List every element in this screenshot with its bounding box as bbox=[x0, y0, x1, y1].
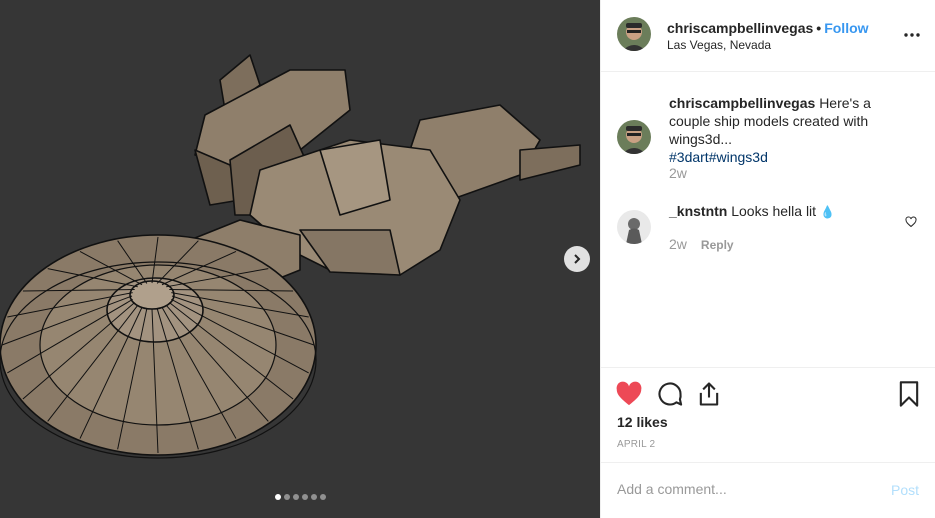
like-comment-heart-icon[interactable] bbox=[905, 216, 917, 228]
reply-button[interactable]: Reply bbox=[701, 238, 734, 252]
comment-username[interactable]: chriscampbellinvegas bbox=[669, 95, 815, 111]
post-date[interactable]: APRIL 2 bbox=[617, 439, 655, 450]
bookmark-icon[interactable] bbox=[895, 380, 923, 408]
hashtag-link[interactable]: #wings3d bbox=[709, 149, 768, 165]
carousel-dot bbox=[274, 494, 281, 500]
post-sidebar: chriscampbellinvegas • Follow Las Vegas, N… bbox=[600, 0, 935, 518]
carousel-dot bbox=[301, 494, 308, 500]
caption-text: chriscampbellinvegas Here's a couple shi… bbox=[669, 94, 895, 166]
post-image[interactable] bbox=[0, 0, 600, 518]
chevron-right-icon bbox=[574, 254, 581, 264]
carousel-dot bbox=[319, 494, 326, 500]
commenter-avatar[interactable] bbox=[617, 210, 651, 244]
comments-list: chriscampbellinvegas Here's a couple shi… bbox=[601, 72, 935, 367]
caption-comment: chriscampbellinvegas Here's a couple shi… bbox=[617, 94, 919, 184]
caption-avatar[interactable] bbox=[617, 120, 651, 154]
follow-button[interactable]: Follow bbox=[824, 20, 868, 36]
comment-item: _knstntn Looks hella lit 💧 2w Reply bbox=[617, 202, 919, 262]
post-header: chriscampbellinvegas • Follow Las Vegas, N… bbox=[601, 0, 935, 72]
more-options-button[interactable] bbox=[903, 26, 921, 44]
post-comment-button[interactable]: Post bbox=[891, 482, 919, 498]
post-location[interactable]: Las Vegas, Nevada bbox=[667, 38, 771, 52]
droplet-emoji: 💧 bbox=[819, 205, 835, 219]
carousel-dot bbox=[310, 494, 317, 500]
heart-icon[interactable] bbox=[615, 380, 643, 408]
comment-time[interactable]: 2w bbox=[669, 236, 687, 252]
author-avatar[interactable] bbox=[617, 17, 651, 51]
comment-username[interactable]: _knstntn bbox=[669, 203, 727, 219]
carousel-dot bbox=[292, 494, 299, 500]
comment-input[interactable] bbox=[617, 481, 867, 497]
header-separator: • bbox=[816, 20, 822, 36]
comment-text: Looks hella lit bbox=[731, 203, 817, 219]
carousel-dot bbox=[283, 494, 290, 500]
comment-time[interactable]: 2w bbox=[669, 165, 687, 181]
author-username[interactable]: chriscampbellinvegas bbox=[667, 20, 813, 36]
comment-icon[interactable] bbox=[656, 380, 684, 408]
likes-count[interactable]: 12 likes bbox=[617, 414, 668, 430]
more-horizontal-icon bbox=[904, 33, 920, 37]
add-comment-section: Post bbox=[601, 462, 935, 518]
hashtag-link[interactable]: #3dart bbox=[669, 149, 709, 165]
starship-model-image bbox=[0, 54, 581, 459]
carousel-indicator bbox=[0, 494, 600, 500]
next-slide-button[interactable] bbox=[564, 246, 590, 272]
comment-meta: 2w Reply bbox=[669, 236, 734, 252]
share-icon[interactable] bbox=[695, 380, 723, 408]
post-actions: 12 likes APRIL 2 bbox=[601, 367, 935, 462]
comment-body: _knstntn Looks hella lit 💧 bbox=[669, 202, 895, 221]
